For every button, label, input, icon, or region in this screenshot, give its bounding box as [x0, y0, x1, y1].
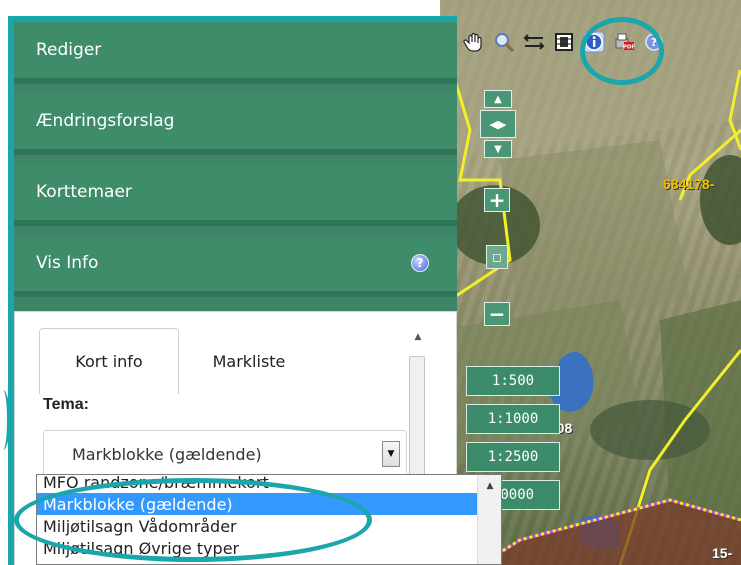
dropdown-scroll-up-icon[interactable]: ▲: [478, 475, 501, 497]
parcel-number-label: 684178-: [663, 176, 715, 192]
chevron-down-icon[interactable]: ▼: [382, 441, 400, 467]
pan-left-right-button[interactable]: ◀▶: [480, 110, 516, 138]
zoom-slider-handle[interactable]: ◻: [486, 245, 508, 269]
section-rediger-label: Rediger: [36, 40, 102, 60]
dropdown-scrollbar[interactable]: ▲: [477, 475, 501, 564]
scale-button-2500[interactable]: 1:2500: [466, 442, 560, 472]
info-tool-highlight-circle: [580, 17, 664, 85]
pan-down-button[interactable]: ▼: [484, 140, 512, 158]
section-rediger[interactable]: Rediger: [14, 22, 457, 84]
zoom-magnifier-icon[interactable]: [492, 30, 516, 54]
section-korttemaer-label: Korttemaer: [36, 182, 132, 202]
pan-up-button[interactable]: ▲: [484, 90, 512, 108]
scale-button-500[interactable]: 1:500: [466, 366, 560, 396]
pan-hand-icon[interactable]: [462, 30, 486, 54]
section-aendringsforslag[interactable]: Ændringsforslag: [14, 93, 457, 155]
measure-icon[interactable]: [522, 30, 546, 54]
zoom-in-button[interactable]: +: [484, 188, 510, 212]
tema-select[interactable]: Markblokke (gældende) ▼: [43, 430, 407, 478]
section-korttemaer[interactable]: Korttemaer: [14, 164, 457, 226]
layers-icon[interactable]: [552, 30, 576, 54]
tema-label: Tema:: [43, 396, 89, 413]
section-vis-info[interactable]: Vis Info ?: [14, 235, 457, 297]
scroll-up-arrow-icon[interactable]: ▲: [409, 328, 427, 346]
section-vis-info-label: Vis Info: [36, 253, 99, 273]
tema-select-value: Markblokke (gældende): [72, 444, 262, 464]
scale-button-1000[interactable]: 1:1000: [466, 404, 560, 434]
tab-markliste[interactable]: Markliste: [179, 328, 319, 394]
selected-option-highlight-circle: [14, 478, 372, 562]
section-aendringsforslag-label: Ændringsforslag: [36, 111, 175, 131]
tab-kort-info[interactable]: Kort info: [39, 328, 179, 394]
zoom-out-button[interactable]: −: [484, 302, 510, 326]
info-tabs: Kort info Markliste: [39, 328, 319, 394]
help-icon[interactable]: ?: [411, 254, 429, 272]
corner-map-label: 15-: [712, 545, 733, 561]
